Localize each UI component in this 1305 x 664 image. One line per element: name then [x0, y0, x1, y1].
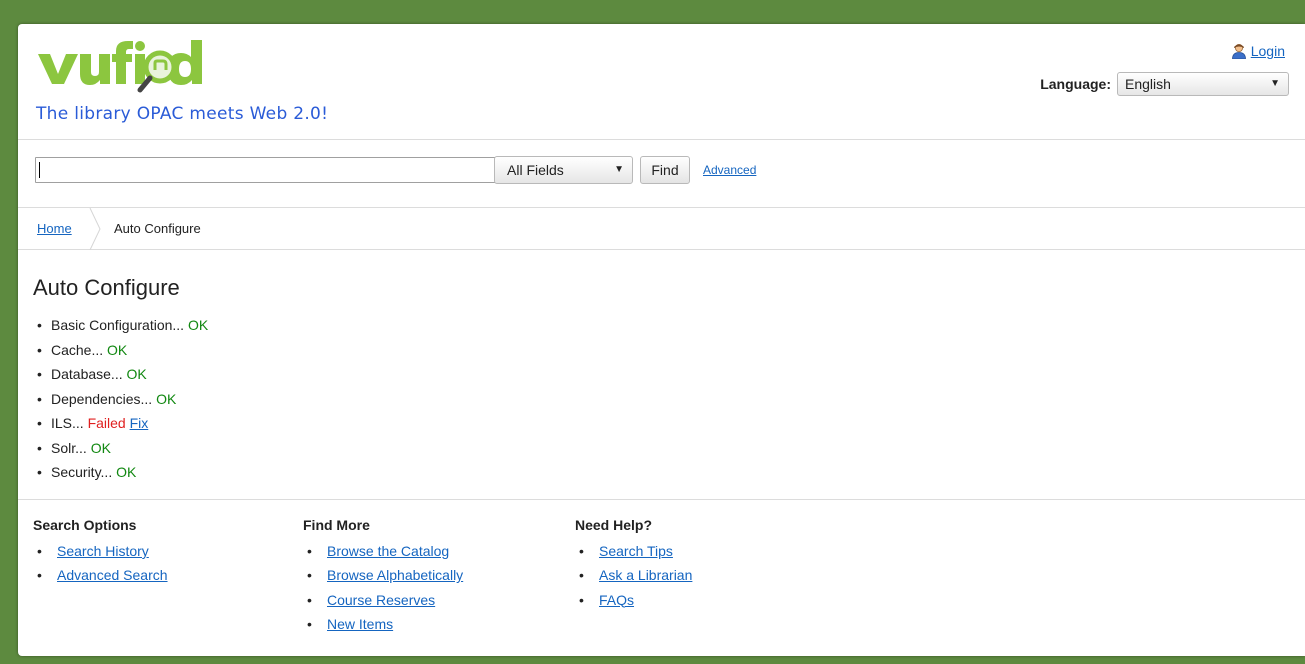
status-ok: OK: [116, 464, 137, 480]
language-select[interactable]: English ▼: [1117, 72, 1289, 96]
check-item: • Cache... OK: [37, 341, 128, 358]
breadcrumb-current: Auto Configure: [114, 221, 201, 236]
list-item: • Ask a Librarian: [579, 567, 693, 584]
page-container: The library OPAC meets Web 2.0! Login La…: [18, 24, 1305, 656]
list-item: • Browse the Catalog: [307, 543, 450, 559]
check-item: • Database... OK: [37, 366, 147, 382]
status-ok: OK: [107, 341, 128, 358]
breadcrumb-separator-icon: [89, 208, 101, 250]
search-history-link[interactable]: Search History: [57, 543, 149, 559]
advanced-search-footer-link[interactable]: Advanced Search: [57, 567, 168, 583]
login: Login: [1231, 43, 1285, 59]
search-input[interactable]: [35, 157, 505, 183]
list-item: • Course Reserves: [307, 591, 436, 608]
search-bar: All Fields ▼ Find Advanced: [18, 140, 1305, 208]
breadcrumb: Home Auto Configure: [18, 208, 1305, 250]
check-label: Solr...: [51, 439, 87, 456]
footer-column-title: Search Options: [33, 517, 137, 533]
check-label: Cache...: [51, 341, 104, 358]
search-type-select[interactable]: All Fields ▼: [494, 156, 633, 184]
footer-column-title: Find More: [303, 517, 370, 533]
browse-alphabetically-link[interactable]: Browse Alphabetically: [327, 567, 463, 583]
config-check-list: • Basic Configuration... OK • Cache... OK …: [33, 313, 208, 485]
login-link[interactable]: Login: [1251, 43, 1285, 59]
check-label: Security...: [51, 464, 113, 480]
find-button[interactable]: Find: [640, 156, 690, 184]
footer: Search Options • Search History • Advanced…: [18, 500, 1305, 654]
check-label: ILS...: [51, 415, 84, 431]
ask-librarian-link[interactable]: Ask a Librarian: [599, 567, 692, 583]
list-item: • Search History: [37, 543, 149, 559]
check-item: • ILS... Failed Fix: [37, 415, 149, 431]
user-icon: [1231, 44, 1246, 59]
chevron-down-icon: ▼: [614, 164, 624, 175]
language-value: English: [1125, 76, 1171, 92]
footer-need-help: Need Help? • Search Tips • Ask a Librarian…: [575, 517, 692, 613]
list-item: • Search Tips: [579, 543, 673, 559]
browse-catalog-link[interactable]: Browse the Catalog: [327, 543, 449, 559]
chevron-down-icon: ▼: [1270, 78, 1280, 89]
check-label: Dependencies...: [51, 390, 153, 407]
advanced-search-link[interactable]: Advanced: [703, 163, 756, 177]
footer-find-more: Find More • Browse the Catalog • Browse Al…: [303, 517, 463, 637]
status-failed: Failed: [87, 415, 126, 431]
status-ok: OK: [156, 390, 177, 407]
main-content: Auto Configure • Basic Configuration... O…: [18, 250, 1305, 500]
list-item: • New Items: [307, 615, 394, 632]
check-label: Database...: [51, 366, 123, 382]
check-label: Basic Configuration...: [51, 317, 185, 333]
faqs-link[interactable]: FAQs: [599, 592, 634, 608]
breadcrumb-home[interactable]: Home: [37, 221, 72, 236]
search-type-value: All Fields: [507, 162, 564, 178]
language-label: Language:: [1040, 76, 1111, 92]
list-item: • Browse Alphabetically: [307, 567, 464, 584]
fix-link[interactable]: Fix: [130, 415, 149, 431]
footer-column-title: Need Help?: [575, 517, 653, 533]
text-caret: [39, 162, 40, 178]
vufind-logo[interactable]: [36, 40, 206, 104]
check-item: • Security... OK: [37, 464, 137, 480]
status-ok: OK: [90, 439, 111, 456]
language-selector: Language: English ▼: [1040, 72, 1289, 96]
check-item: • Basic Configuration... OK: [37, 317, 209, 333]
header: The library OPAC meets Web 2.0! Login La…: [18, 24, 1305, 140]
course-reserves-link[interactable]: Course Reserves: [327, 592, 435, 608]
status-ok: OK: [187, 317, 209, 333]
search-tips-link[interactable]: Search Tips: [599, 543, 673, 559]
list-item: • FAQs: [579, 591, 635, 608]
page-title: Auto Configure: [33, 275, 180, 300]
new-items-link[interactable]: New Items: [327, 616, 393, 632]
check-item: • Dependencies... OK: [37, 390, 177, 407]
footer-search-options: Search Options • Search History • Advanced…: [33, 517, 168, 589]
status-ok: OK: [126, 366, 147, 382]
list-item: • Advanced Search: [37, 567, 168, 584]
tagline: The library OPAC meets Web 2.0!: [36, 104, 329, 124]
check-item: • Solr... OK: [37, 439, 111, 456]
